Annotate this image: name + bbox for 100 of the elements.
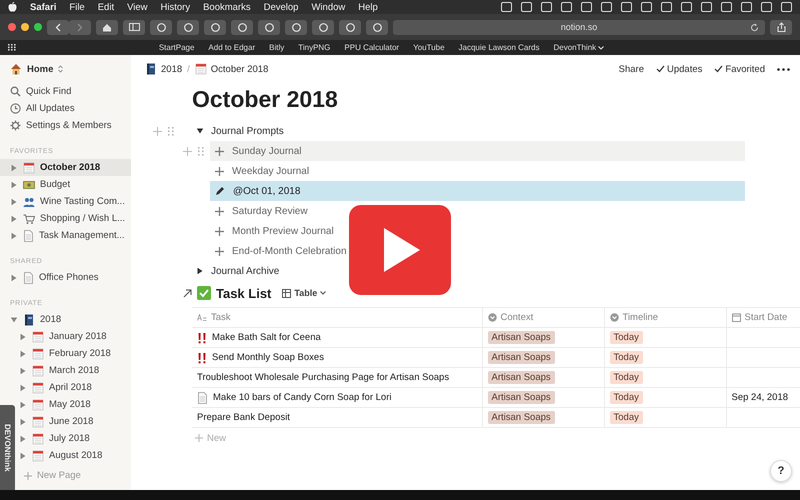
expand-toggle[interactable] — [196, 267, 204, 275]
template-row[interactable]: @Oct 01, 2018 — [210, 181, 745, 201]
menu-extra-icon[interactable] — [621, 2, 632, 12]
topbar-action[interactable]: Share — [618, 64, 644, 74]
home-button[interactable] — [96, 20, 118, 34]
sidebar-item[interactable]: Budget — [0, 176, 131, 193]
sidebar-item[interactable]: Shopping / Wish L... — [0, 210, 131, 227]
expand-toggle[interactable] — [19, 384, 27, 392]
menu-item[interactable]: Edit — [98, 2, 114, 12]
bookmark-link[interactable]: PPU Calculator — [344, 43, 400, 52]
sidebar-item[interactable]: May 2018 — [16, 396, 131, 413]
workspace-switcher[interactable]: Home — [0, 61, 131, 77]
breadcrumb-link[interactable]: 2018 — [145, 63, 182, 75]
bookmark-link[interactable]: Add to Edgar — [208, 43, 256, 52]
sidebar-link[interactable]: Quick Find — [0, 83, 131, 100]
extension-button[interactable] — [150, 20, 172, 34]
extension-button[interactable] — [285, 20, 307, 34]
extension-button[interactable] — [231, 20, 253, 34]
menu-item[interactable]: Bookmarks — [203, 2, 251, 12]
more-icon[interactable] — [777, 68, 790, 70]
expand-toggle[interactable] — [10, 274, 18, 282]
menu-extra-icon[interactable] — [681, 2, 692, 12]
zoom-button[interactable] — [34, 23, 42, 31]
toggle-heading[interactable]: Journal Prompts — [211, 126, 284, 136]
template-row[interactable]: Weekday Journal — [210, 161, 745, 181]
expand-toggle[interactable] — [10, 180, 18, 188]
minimize-button[interactable] — [21, 23, 29, 31]
column-header[interactable]: Task — [192, 308, 482, 328]
menu-extra-icon[interactable] — [721, 2, 732, 12]
sidebar-item[interactable]: July 2018 — [16, 430, 131, 447]
sidebar-item[interactable]: Office Phones — [0, 269, 131, 286]
task-cell[interactable]: Prepare Bank Deposit — [192, 408, 482, 428]
menu-extra-icon[interactable] — [541, 2, 552, 12]
help-button[interactable]: ? — [770, 460, 792, 482]
expand-toggle[interactable] — [19, 452, 27, 460]
close-button[interactable] — [8, 23, 16, 31]
expand-toggle[interactable] — [10, 214, 18, 222]
menu-extra-icon[interactable] — [641, 2, 652, 12]
menu-extra-icon[interactable] — [561, 2, 572, 12]
view-selector[interactable]: Table — [282, 288, 326, 298]
sidebar-item[interactable]: April 2018 — [16, 379, 131, 396]
menu-extra-icon[interactable] — [701, 2, 712, 12]
menu-extra-icon[interactable] — [521, 2, 532, 12]
sidebar-item[interactable]: March 2018 — [16, 362, 131, 379]
column-header[interactable]: Timeline — [604, 308, 726, 328]
breadcrumb-link[interactable]: October 2018 — [194, 63, 268, 75]
sidebar-item[interactable]: February 2018 — [16, 345, 131, 362]
bookmark-link[interactable]: Bitly — [269, 43, 284, 52]
task-cell[interactable]: Make Bath Salt for Ceena — [192, 328, 482, 348]
task-cell[interactable]: Troubleshoot Wholesale Purchasing Page for Artisan Soaps — [192, 368, 482, 388]
sidebar-link[interactable]: All Updates — [0, 100, 131, 117]
menu-extra-icon[interactable] — [661, 2, 672, 12]
menu-item[interactable]: File — [69, 2, 85, 12]
column-header[interactable]: Start Date — [726, 308, 800, 328]
block-handle-icon[interactable] — [153, 126, 174, 136]
topbar-action[interactable]: Favorited — [714, 64, 765, 74]
expand-toggle[interactable] — [10, 316, 18, 324]
share-button[interactable] — [770, 20, 792, 34]
menu-extra-icon[interactable] — [601, 2, 612, 12]
menu-extra-icon[interactable] — [761, 2, 772, 12]
menu-extra-icon[interactable] — [781, 2, 792, 12]
template-row[interactable]: End-of-Month Celebration — [210, 241, 745, 261]
extension-button[interactable] — [366, 20, 388, 34]
side-tab[interactable]: DEVONthink — [0, 405, 15, 490]
sidebar-item[interactable]: Wine Tasting Com... — [0, 193, 131, 210]
template-row[interactable]: Month Preview Journal — [210, 221, 745, 241]
reload-icon[interactable] — [750, 22, 759, 32]
topbar-action[interactable]: Updates — [656, 64, 702, 74]
expand-toggle[interactable] — [19, 400, 27, 408]
address-field[interactable]: notion.so — [393, 20, 765, 34]
menu-item[interactable]: Window — [311, 2, 346, 12]
expand-toggle[interactable] — [10, 198, 18, 206]
sidebar-item[interactable]: Task Management... — [0, 227, 131, 244]
back-button[interactable] — [47, 20, 69, 34]
arrow-icon[interactable] — [183, 288, 192, 298]
task-cell[interactable]: Make 10 bars of Candy Corn Soap for Lori — [192, 388, 482, 408]
menu-item[interactable]: Help — [358, 2, 378, 12]
expand-toggle[interactable] — [19, 418, 27, 426]
menu-extra-icon[interactable] — [581, 2, 592, 12]
sidebar-button[interactable] — [123, 20, 145, 34]
expand-toggle[interactable] — [19, 332, 27, 340]
menu-extra-icon[interactable] — [501, 2, 512, 12]
column-header[interactable]: Context — [482, 308, 604, 328]
bookmark-link[interactable]: DevonThink — [553, 43, 604, 52]
extension-button[interactable] — [177, 20, 199, 34]
expand-toggle[interactable] — [196, 127, 204, 135]
sidebar-item[interactable]: January 2018 — [16, 328, 131, 345]
expand-toggle[interactable] — [10, 232, 18, 240]
sidebar-item[interactable]: August 2018 — [16, 447, 131, 464]
bookmark-link[interactable]: YouTube — [413, 43, 445, 52]
drag-handle-icon[interactable] — [198, 146, 204, 156]
menu-item[interactable]: History — [160, 2, 190, 12]
extension-button[interactable] — [339, 20, 361, 34]
toggle-heading[interactable]: Journal Archive — [211, 266, 280, 276]
extension-button[interactable] — [258, 20, 280, 34]
expand-toggle[interactable] — [19, 350, 27, 358]
extension-button[interactable] — [312, 20, 334, 34]
template-row[interactable]: Saturday Review — [210, 201, 745, 221]
expand-toggle[interactable] — [10, 164, 18, 172]
grid-icon[interactable] — [8, 44, 17, 51]
